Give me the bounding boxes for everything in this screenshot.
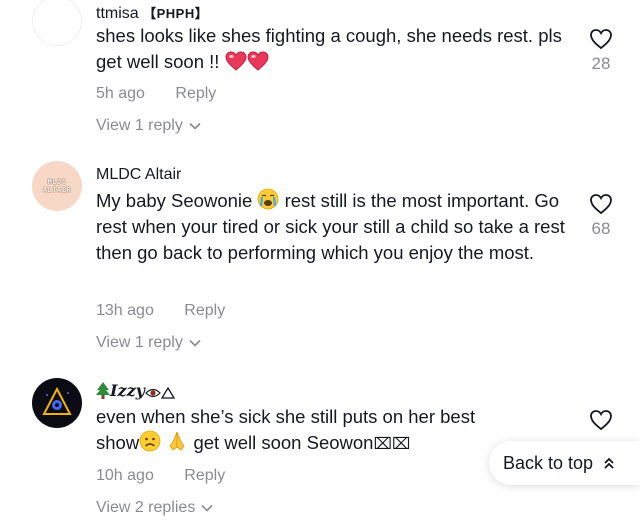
comment-username[interactable]: MLDC Altair	[96, 166, 181, 184]
comment-meta: 13h ago Reply	[96, 302, 225, 320]
comment-text: shes looks like shes fighting a cough, s…	[96, 25, 562, 72]
flag-badge: 【PHPH】	[143, 6, 209, 21]
like-count: 68	[591, 219, 611, 238]
frowning-face-icon	[139, 430, 161, 452]
avatar-image	[42, 386, 72, 415]
avatar[interactable]: MLDC ALTAIR	[32, 161, 82, 211]
view-replies-button[interactable]: View 1 reply	[96, 117, 201, 135]
avatar-logo: MLDC ALTAIR	[42, 178, 72, 194]
red-heart-icon	[247, 51, 269, 71]
folded-hands-icon	[169, 431, 185, 451]
chevron-down-icon	[201, 504, 213, 512]
double-chevron-up-icon	[604, 457, 614, 469]
comment-username[interactable]: ttmisa 【PHPH】	[96, 3, 208, 23]
like-button[interactable]: 28	[584, 28, 618, 74]
back-to-top-button[interactable]: Back to top	[489, 441, 640, 485]
like-count: 28	[591, 54, 611, 73]
evergreen-tree-icon	[96, 382, 110, 399]
reply-button[interactable]: Reply	[184, 302, 225, 319]
avatar[interactable]	[32, 0, 82, 46]
view-replies-button[interactable]: View 1 reply	[96, 334, 201, 352]
back-to-top-label: Back to top	[503, 452, 594, 473]
red-heart-icon	[225, 51, 247, 71]
eye-icon	[145, 388, 161, 398]
view-replies-button[interactable]: View 2 replies	[96, 499, 213, 517]
like-button[interactable]: 68	[584, 193, 618, 239]
heart-outline-icon	[590, 410, 612, 431]
triangle-icon	[160, 387, 175, 399]
chevron-down-icon	[189, 339, 201, 347]
comment-time: 5h ago	[96, 85, 145, 102]
comment-meta: 5h ago Reply	[96, 85, 216, 103]
chevron-down-icon	[189, 122, 201, 130]
comment-meta: 10h ago Reply	[96, 467, 225, 485]
avatar[interactable]	[32, 378, 82, 428]
comment-time: 13h ago	[96, 302, 154, 319]
heart-outline-icon	[590, 194, 612, 215]
loudly-crying-face-icon	[258, 188, 279, 210]
like-button[interactable]	[584, 409, 618, 431]
unsupported-glyph-boxes: ⌧⌧	[373, 434, 411, 453]
heart-outline-icon	[590, 29, 612, 50]
comment-username[interactable]: 𝑰𝒛𝒛𝒚	[96, 381, 175, 401]
reply-button[interactable]: Reply	[184, 467, 225, 484]
reply-button[interactable]: Reply	[175, 85, 216, 102]
comment-time: 10h ago	[96, 467, 154, 484]
comment-text: My baby Seowonie rest still is the most …	[96, 188, 565, 263]
